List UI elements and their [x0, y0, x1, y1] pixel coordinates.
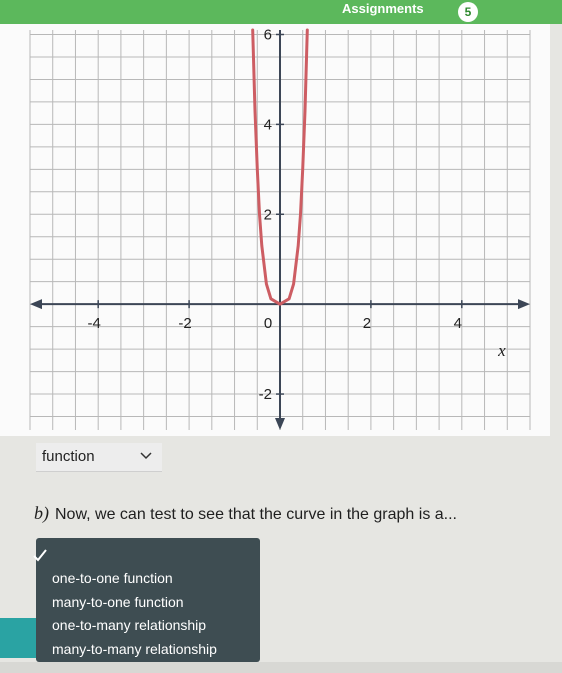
x-axis-label: x [497, 341, 506, 360]
graph-plot: -4 -2 0 2 4 -2 2 4 6 x [29, 26, 531, 430]
dropdown-selected-value: function [42, 448, 95, 465]
y-tick-label: 4 [264, 116, 272, 133]
side-accent-strip [0, 618, 36, 658]
x-tick-label: 0 [264, 315, 272, 332]
graph-card: -4 -2 0 2 4 -2 2 4 6 x [0, 24, 550, 436]
x-axis-arrow-left [30, 299, 42, 310]
assignments-count-badge: 5 [458, 2, 478, 22]
option-one-to-one[interactable]: one-to-one function [52, 570, 173, 586]
x-tick-label: -4 [88, 315, 101, 332]
x-tick-label: 2 [363, 315, 371, 332]
x-tick-label: 4 [454, 315, 462, 332]
answer-dropdown[interactable]: function [36, 443, 162, 472]
assignments-title[interactable]: Assignments [342, 1, 424, 16]
top-bar: Assignments 5 [0, 0, 562, 24]
question-part-label: b) [34, 503, 49, 523]
question-prompt: Now, we can test to see that the curve i… [55, 506, 457, 523]
option-one-to-many[interactable]: one-to-many relationship [52, 617, 206, 633]
option-many-to-many[interactable]: many-to-many relationship [52, 641, 217, 657]
y-tick-label: 2 [264, 206, 272, 223]
question-text: b) Now, we can test to see that the curve… [34, 503, 534, 524]
y-axis-arrow-down [275, 418, 285, 430]
bottom-edge [0, 662, 562, 673]
x-tick-label: -2 [178, 315, 191, 332]
x-axis-arrow-right [518, 299, 530, 310]
check-icon [33, 549, 47, 562]
y-tick-label: -2 [259, 386, 272, 403]
y-tick-label: 6 [264, 26, 272, 43]
option-many-to-one[interactable]: many-to-one function [52, 594, 184, 610]
chevron-down-icon [140, 452, 152, 460]
